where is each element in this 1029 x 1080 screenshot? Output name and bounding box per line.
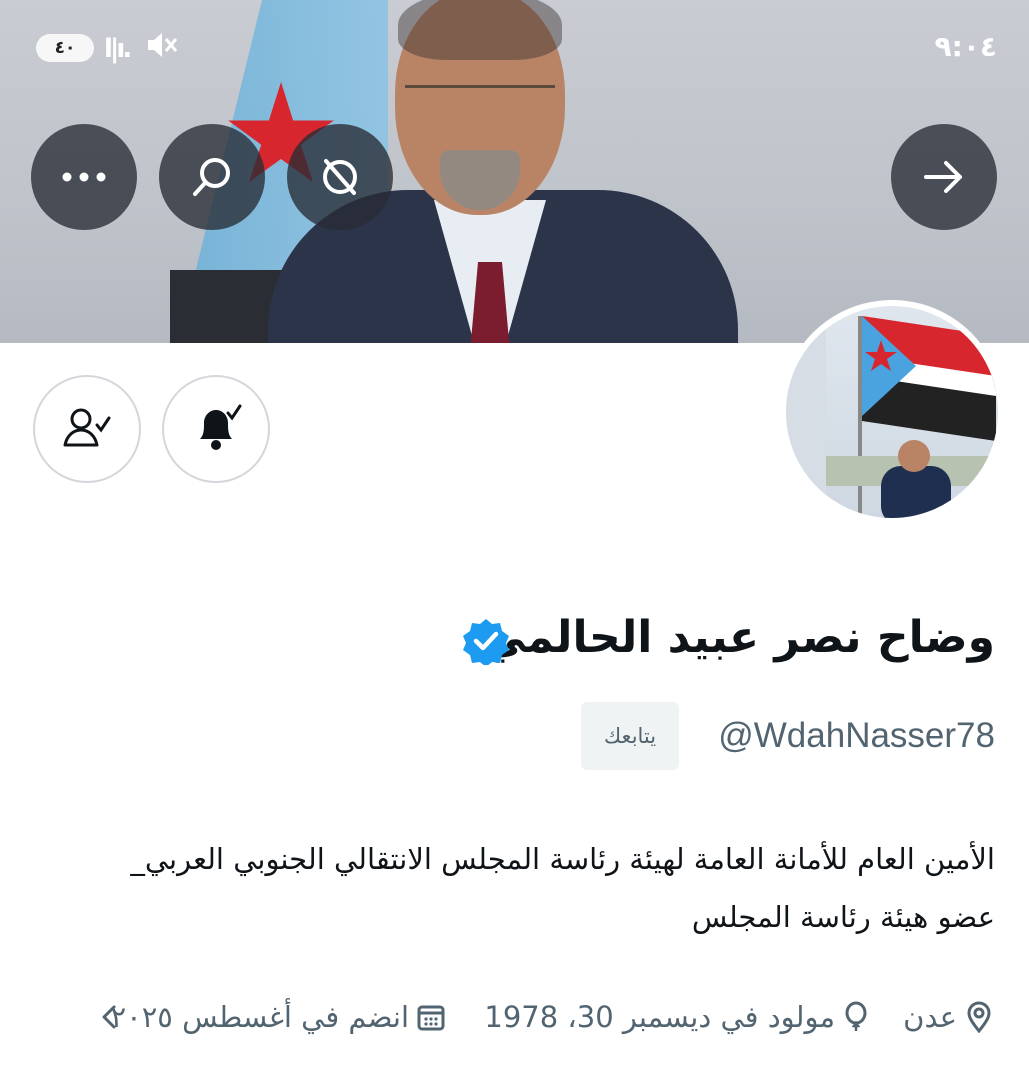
calendar-icon — [417, 1005, 445, 1031]
back-button[interactable] — [891, 124, 997, 230]
birth-item: مولود في ديسمبر 30، 1978 — [484, 992, 869, 1042]
arrow-right-icon — [924, 161, 962, 193]
banner-person-hair — [398, 0, 562, 60]
more-button[interactable] — [31, 124, 137, 230]
battery-indicator: ٤٠ — [36, 34, 94, 62]
joined-text: انضم في أغسطس ٢٠٢٥ — [110, 1000, 409, 1034]
notifications-button[interactable] — [162, 375, 270, 483]
profile-handle: @WdahNasser78 — [718, 716, 995, 755]
profile-avatar[interactable] — [780, 300, 1004, 524]
bio-line: عضو هيئة رئاسة المجلس — [691, 900, 995, 934]
search-button[interactable] — [159, 124, 265, 230]
signal-icon: l|ı. — [104, 34, 132, 64]
location-item: عدن — [903, 992, 993, 1042]
more-icon — [62, 172, 106, 182]
location-pin-icon — [967, 1001, 991, 1033]
location-text: عدن — [903, 1000, 957, 1034]
birth-text: مولود في ديسمبر 30، 1978 — [484, 1000, 835, 1034]
follows-you-badge: يتابعك — [581, 702, 679, 770]
search-icon — [193, 158, 230, 196]
verified-badge-icon — [462, 617, 510, 669]
expand-meta-button[interactable] — [92, 992, 118, 1042]
bio-line: الأمين العام للأمانة العامة لهيئة رئاسة … — [130, 842, 995, 876]
grok-button[interactable] — [287, 124, 393, 230]
mute-icon — [146, 30, 178, 68]
status-time: ٩:٠٤ — [934, 30, 997, 63]
chevron-left-icon — [102, 1005, 116, 1029]
banner-person-glasses — [405, 85, 555, 110]
balloon-icon — [845, 1001, 867, 1031]
display-name: وضاح نصر عبيد الحالمي — [481, 612, 995, 663]
joined-item: انضم في أغسطس ٢٠٢٥ — [111, 992, 445, 1042]
person-check-icon — [63, 408, 111, 447]
slash-circle-icon — [323, 159, 357, 195]
profile-bio: الأمين العام للأمانة العامة لهيئة رئاسة … — [35, 830, 995, 946]
following-button[interactable] — [33, 375, 141, 483]
avatar-image — [786, 306, 998, 518]
bell-check-icon — [200, 404, 242, 450]
avatar-flag-photo — [786, 306, 998, 518]
